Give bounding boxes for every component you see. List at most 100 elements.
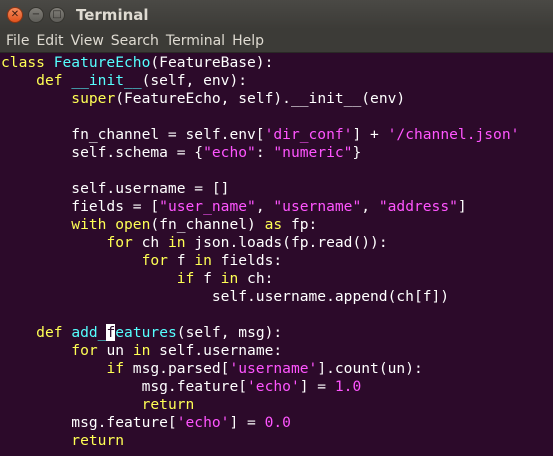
code-token: ] [457,198,467,215]
code-token: msg.feature[ [1,378,248,395]
code-token: eatures [115,324,177,341]
code-token: f [203,270,221,287]
title-bar[interactable]: ✕ − □ Terminal [0,0,553,29]
code-line: for un in self.username: [1,342,282,360]
code-token: (FeatureEcho, self).__init__(env) [115,90,406,107]
code-token: ] = [299,378,335,395]
code-token: fn_channel = self.env[ [1,126,265,143]
code-token: with [71,216,116,233]
code-token: 0.0 [264,414,291,431]
code-token: open [115,216,151,233]
code-token: for [141,252,177,269]
menu-search[interactable]: Search [110,33,160,49]
code-line: return [1,396,195,414]
minimize-icon[interactable]: − [28,6,44,23]
code-token: return [141,396,195,413]
close-icon[interactable]: ✕ [7,6,23,23]
menu-help[interactable]: Help [231,33,265,49]
code-token: 'echo' [176,414,230,431]
code-token: self.schema = { [1,144,204,161]
code-line: fn_channel = self.env['dir_conf'] + '/ch… [1,126,519,144]
code-token: (FeatureBase): [150,54,274,71]
code-token: self.username.append(ch[f]) [1,288,450,305]
code-token: ].count(un): [317,360,423,377]
code-token: , [255,198,274,215]
code-line: super(FeatureEcho, self).__init__(env) [1,90,405,108]
menu-file[interactable]: File [5,33,30,49]
code-token: in [132,342,160,359]
window-title: Terminal [76,5,149,24]
code-token: 1.0 [334,378,362,395]
code-token: in [220,270,248,287]
code-token: f [176,252,195,269]
code-token: for [106,234,142,251]
terminal-content[interactable]: class FeatureEcho(FeatureBase): def __in… [0,53,553,456]
code-token: as [264,216,291,233]
code-line: self.schema = {"echo": "numeric"} [1,144,361,162]
code-token: self.username = [] [1,180,230,197]
code-token: un [106,342,133,359]
code-token: ] = [229,414,265,431]
code-token: ch: [247,270,274,287]
terminal-window: ✕ − □ Terminal File Edit View Search Ter… [0,0,553,456]
code-line: msg.feature['echo'] = 1.0 [1,378,362,396]
text-cursor: f [106,324,116,341]
code-token: } [352,144,362,161]
code-line: for ch in json.loads(fp.read()): [1,234,387,252]
code-token: super [71,90,116,107]
code-token: : [255,144,274,161]
menu-view[interactable]: View [70,33,105,49]
code-token: add_ [71,324,107,341]
code-line: if f in ch: [1,270,274,288]
maximize-icon[interactable]: □ [49,6,65,23]
code-line: fields = ["user_name", "username", "addr… [1,198,467,216]
code-token: fields: [220,252,283,269]
code-line: if msg.parsed['username'].count(un): [1,360,423,378]
code-token: in [194,252,221,269]
code-token: def [36,72,72,89]
code-token: "username" [273,198,362,215]
code-token: return [71,432,125,449]
menu-terminal[interactable]: Terminal [165,33,226,49]
code-token: , [361,198,379,215]
menu-bar: File Edit View Search Terminal Help [0,29,553,53]
code-token: (fn_channel) [150,216,265,233]
code-token: "address" [378,198,458,215]
code-token: fields = [ [1,198,160,215]
code-token: in [167,234,195,251]
code-token: def [36,324,72,341]
code-token: (self, env): [141,72,248,89]
code-line: for f in fields: [1,252,283,270]
code-token: ch [141,234,168,251]
code-line: class FeatureEcho(FeatureBase): [1,54,273,72]
code-token: '/channel.json' [387,126,520,143]
code-token: if [176,270,204,287]
code-line: self.username.append(ch[f]) [1,288,449,306]
code-token: msg.feature[ [1,414,177,431]
code-token: 'echo' [247,378,300,395]
code-token: "numeric" [273,144,353,161]
code-token: __init__ [71,72,142,89]
code-token: "user_name" [159,198,256,215]
code-token: if [106,360,133,377]
code-line: self.username = [] [1,180,229,198]
code-line: return [1,432,124,450]
menu-edit[interactable]: Edit [35,33,64,49]
code-line: def __init__(self, env): [1,72,247,90]
code-token: self.username: [159,342,283,359]
code-token: "echo" [203,144,256,161]
code-line: msg.feature['echo'] = 0.0 [1,414,291,432]
code-token: FeatureEcho [53,54,151,71]
code-line: with open(fn_channel) as fp: [1,216,317,234]
